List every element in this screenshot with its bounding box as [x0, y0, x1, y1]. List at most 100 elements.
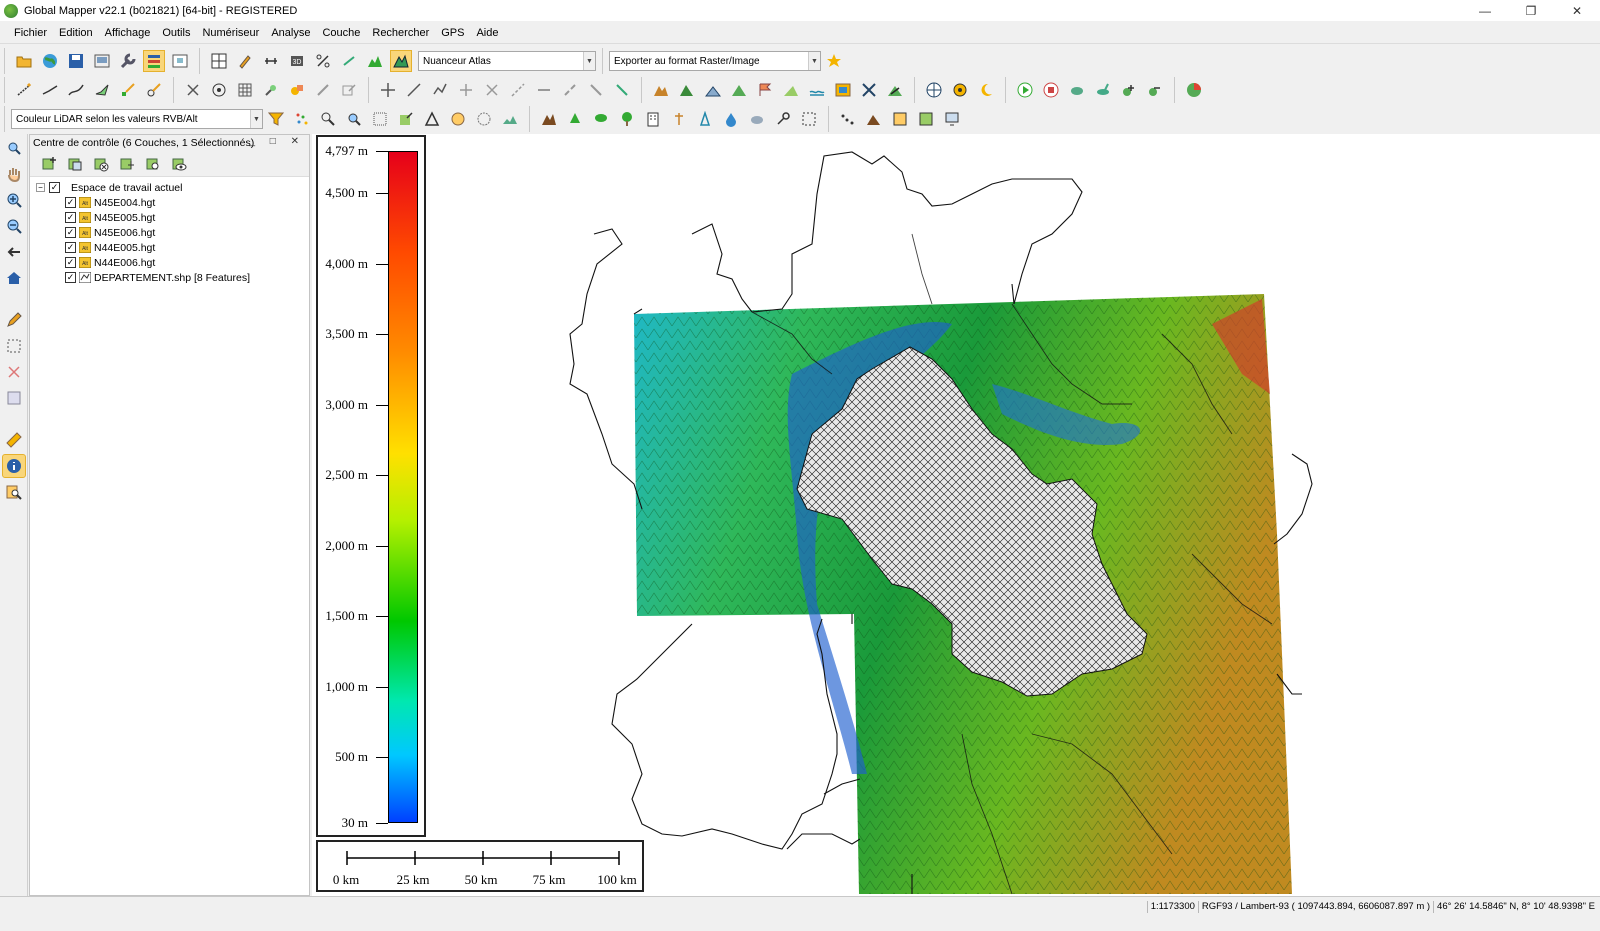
- feature-tool-1[interactable]: [182, 79, 204, 101]
- extract-tool-5[interactable]: [642, 108, 664, 130]
- open-folder-button[interactable]: [13, 50, 35, 72]
- extract-tool-8[interactable]: [720, 108, 742, 130]
- pan-button[interactable]: [2, 162, 26, 186]
- ruler-button[interactable]: [2, 428, 26, 452]
- tools-button[interactable]: [117, 50, 139, 72]
- layer-item[interactable]: ✓ Alt N45E006.hgt: [30, 225, 309, 240]
- pick-button[interactable]: [234, 50, 256, 72]
- edit-feature-button[interactable]: [2, 308, 26, 332]
- area-draw-button[interactable]: [91, 79, 113, 101]
- lidar-tool-6[interactable]: [395, 108, 417, 130]
- analysis-tool-7[interactable]: [806, 79, 828, 101]
- info-button[interactable]: [2, 454, 26, 478]
- layer-checkbox[interactable]: ✓: [65, 197, 76, 208]
- move-tool-1[interactable]: [377, 79, 399, 101]
- map-canvas[interactable]: [312, 134, 1600, 896]
- percent-button[interactable]: [312, 50, 334, 72]
- extract-tool-7[interactable]: [694, 108, 716, 130]
- 3d-view-button[interactable]: 3D: [286, 50, 308, 72]
- attribute-button[interactable]: [2, 386, 26, 410]
- export-select[interactable]: Exporter au format Raster/Image ▼: [609, 51, 821, 71]
- analysis-tool-10[interactable]: [884, 79, 906, 101]
- close-layer-button[interactable]: [90, 153, 112, 175]
- feature-tool-7[interactable]: [338, 79, 360, 101]
- move-tool-10[interactable]: [611, 79, 633, 101]
- analysis-tool-8[interactable]: [832, 79, 854, 101]
- gps-tool-7[interactable]: [1144, 79, 1166, 101]
- extract-tool-1[interactable]: [538, 108, 560, 130]
- smooth-line-button[interactable]: [65, 79, 87, 101]
- menu-analyse[interactable]: Analyse: [265, 22, 316, 44]
- select-button[interactable]: [2, 334, 26, 358]
- lidar-tool-4[interactable]: [343, 108, 365, 130]
- feature-tool-5[interactable]: [286, 79, 308, 101]
- lidar-tool-2[interactable]: [291, 108, 313, 130]
- analysis-tool-3[interactable]: [702, 79, 724, 101]
- layer-item[interactable]: ✓ DEPARTEMENT.shp [8 Features]: [30, 270, 309, 285]
- layer-item[interactable]: ✓ Alt N45E005.hgt: [30, 210, 309, 225]
- play-button[interactable]: [1014, 79, 1036, 101]
- save-button[interactable]: [65, 50, 87, 72]
- close-button[interactable]: ✕: [1554, 0, 1600, 21]
- gps-tool-6[interactable]: [1118, 79, 1140, 101]
- move-tool-9[interactable]: [585, 79, 607, 101]
- move-tool-3[interactable]: [429, 79, 451, 101]
- menu-fichier[interactable]: Fichier: [8, 22, 53, 44]
- workspace-checkbox[interactable]: ✓: [49, 182, 60, 193]
- analysis-tool-4[interactable]: [728, 79, 750, 101]
- layer-move-button[interactable]: [116, 153, 138, 175]
- gps-tool-2[interactable]: [949, 79, 971, 101]
- feature-tool-6[interactable]: [312, 79, 334, 101]
- zoom-box-button[interactable]: [2, 136, 26, 160]
- back-button[interactable]: [2, 240, 26, 264]
- lidar-tool-3[interactable]: [317, 108, 339, 130]
- extract-tool-2[interactable]: [564, 108, 586, 130]
- move-tool-5[interactable]: [481, 79, 503, 101]
- lidar-filter-button[interactable]: [265, 108, 287, 130]
- analysis-tool-2[interactable]: [676, 79, 698, 101]
- menu-rechercher[interactable]: Rechercher: [366, 22, 435, 44]
- add-layer-button[interactable]: [38, 153, 60, 175]
- zoom-out-button[interactable]: [2, 214, 26, 238]
- profile-tool-1[interactable]: [837, 108, 859, 130]
- extract-tool-9[interactable]: [746, 108, 768, 130]
- config-button[interactable]: [91, 50, 113, 72]
- workspace-node[interactable]: − ✓ Espace de travail actuel: [30, 180, 309, 195]
- menu-aide[interactable]: Aide: [470, 22, 504, 44]
- layer-checkbox[interactable]: ✓: [65, 227, 76, 238]
- menu-couche[interactable]: Couche: [316, 22, 366, 44]
- panel-controls[interactable]: _ □ ✕: [249, 136, 305, 147]
- shader-button[interactable]: [390, 50, 412, 72]
- profile-button[interactable]: [364, 50, 386, 72]
- measure-button[interactable]: [260, 50, 282, 72]
- layer-checkbox[interactable]: ✓: [65, 242, 76, 253]
- layer-item[interactable]: ✓ Alt N44E006.hgt: [30, 255, 309, 270]
- zoom-in-button[interactable]: [2, 188, 26, 212]
- gps-tool-1[interactable]: [923, 79, 945, 101]
- profile-tool-3[interactable]: [889, 108, 911, 130]
- favorite-button[interactable]: [823, 50, 845, 72]
- search-button[interactable]: [2, 480, 26, 504]
- move-tool-4[interactable]: [455, 79, 477, 101]
- menu-gps[interactable]: GPS: [435, 22, 470, 44]
- move-tool-6[interactable]: [507, 79, 529, 101]
- profile-tool-2[interactable]: [863, 108, 885, 130]
- move-tool-7[interactable]: [533, 79, 555, 101]
- feature-tool-3[interactable]: [234, 79, 256, 101]
- feature-tool-4[interactable]: [260, 79, 282, 101]
- lidar-color-select[interactable]: Couleur LiDAR selon les valeurs RVB/Alt …: [11, 109, 263, 129]
- layer-checkbox[interactable]: ✓: [65, 272, 76, 283]
- move-tool-2[interactable]: [403, 79, 425, 101]
- menu-outils[interactable]: Outils: [156, 22, 196, 44]
- extract-tool-4[interactable]: [616, 108, 638, 130]
- point-draw-button[interactable]: [117, 79, 139, 101]
- stop-button[interactable]: [1040, 79, 1062, 101]
- toggle-visibility-button[interactable]: [168, 153, 190, 175]
- lidar-tool-10[interactable]: [499, 108, 521, 130]
- layer-item[interactable]: ✓ Alt N45E004.hgt: [30, 195, 309, 210]
- extract-tool-11[interactable]: [798, 108, 820, 130]
- shader-select[interactable]: Nuanceur Atlas ▼: [418, 51, 596, 71]
- feature-tool-2[interactable]: [208, 79, 230, 101]
- move-tool-8[interactable]: [559, 79, 581, 101]
- menu-affichage[interactable]: Affichage: [99, 22, 157, 44]
